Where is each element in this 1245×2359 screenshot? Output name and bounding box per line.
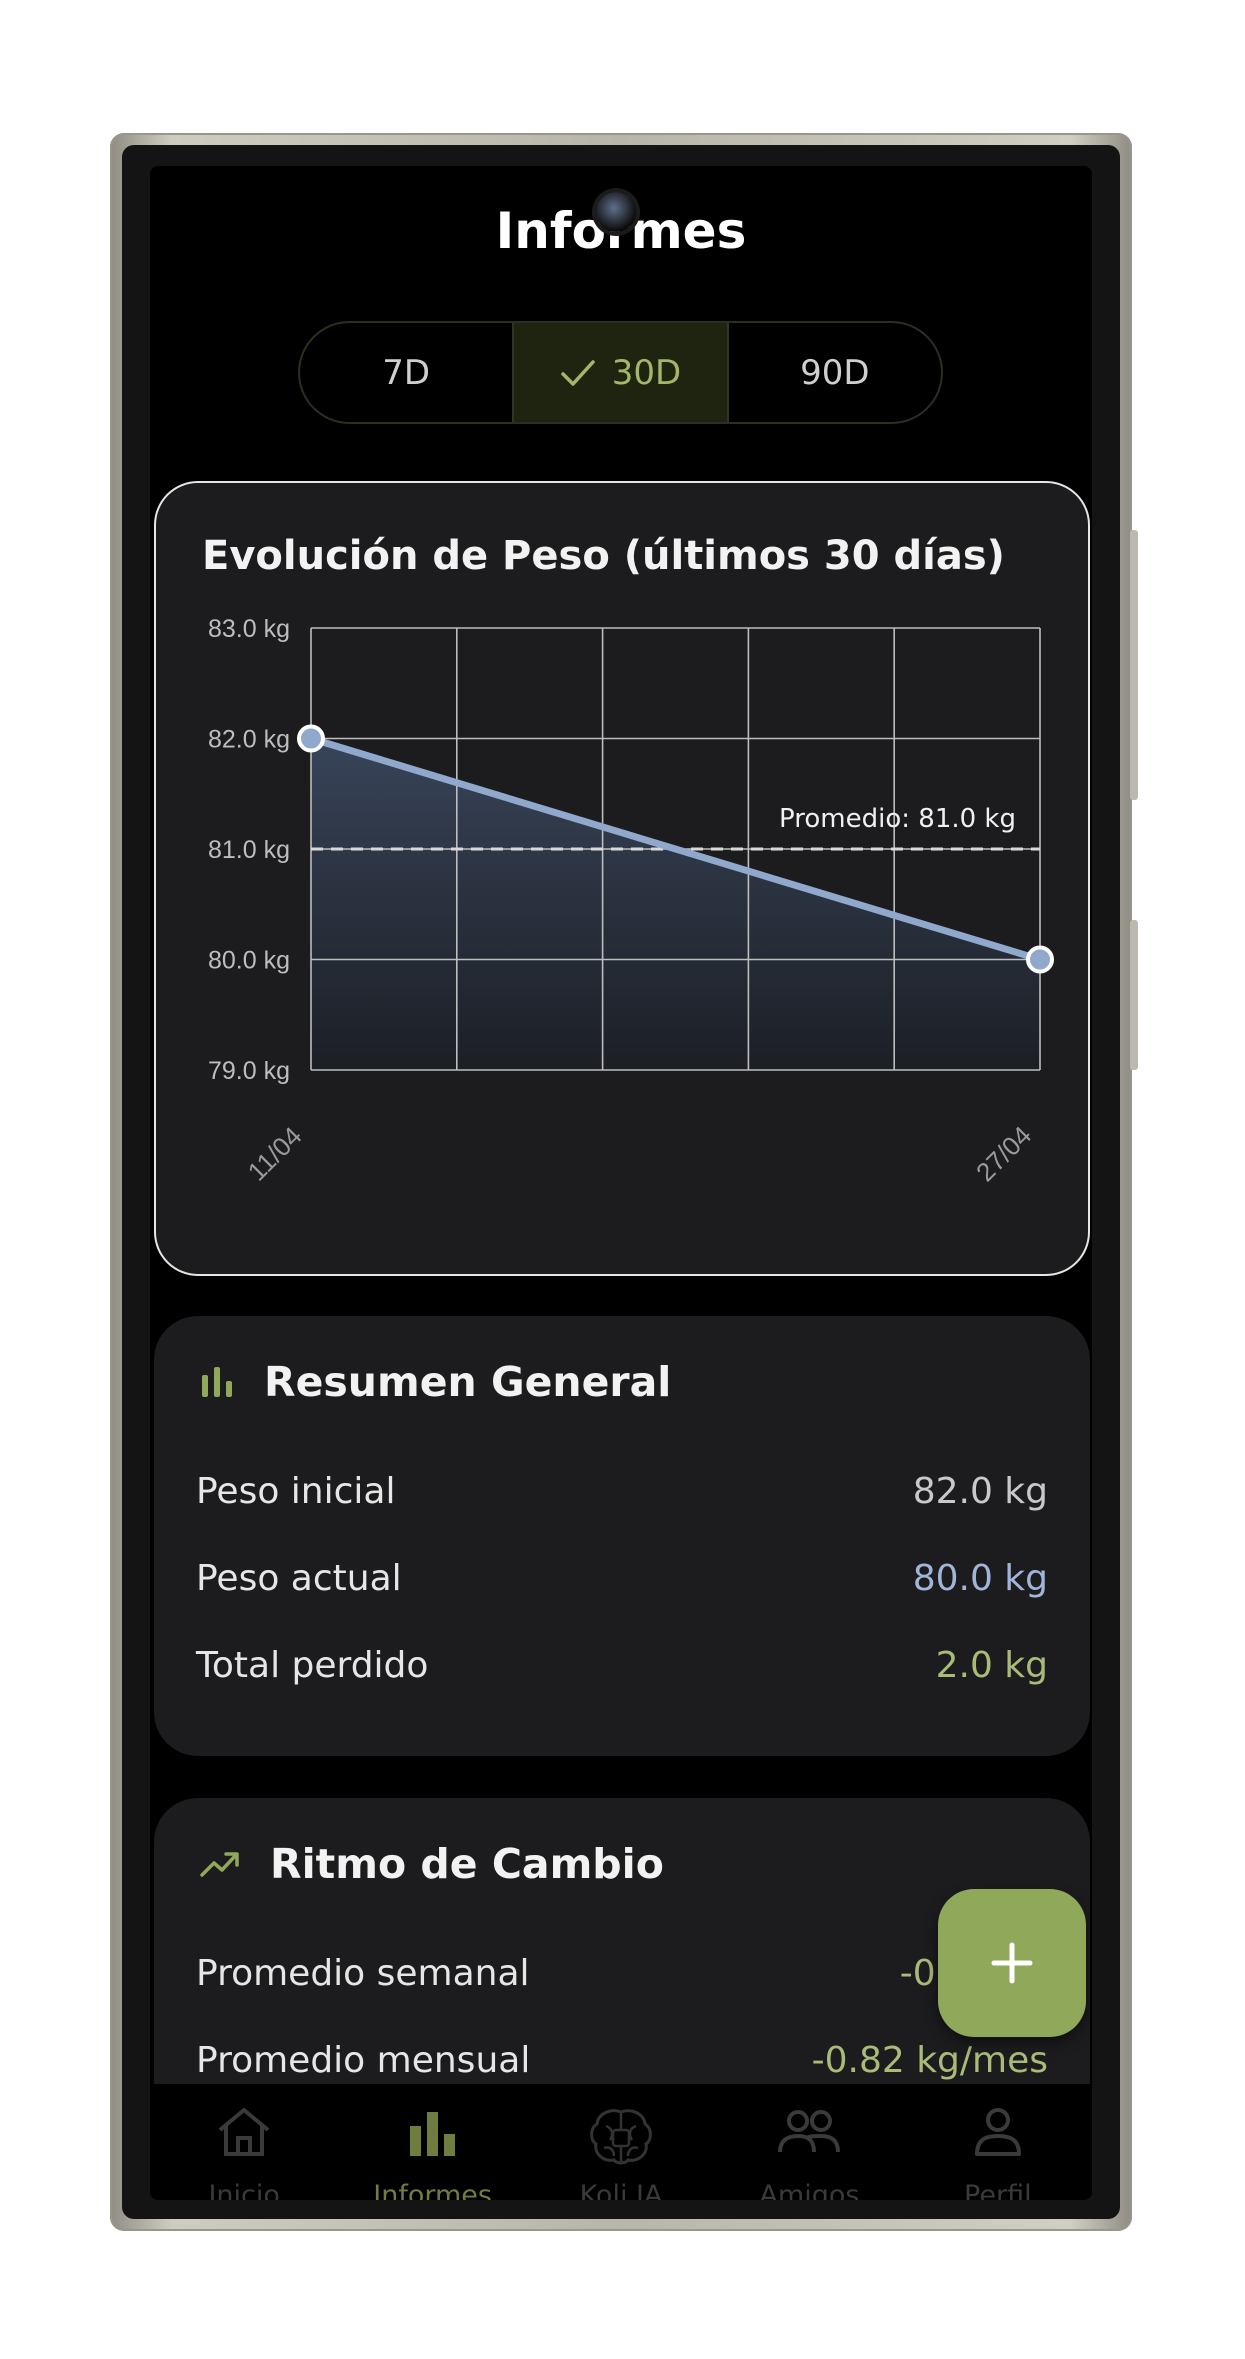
row-value: 82.0 kg (912, 1471, 1048, 1512)
period-option-label: 30D (611, 352, 682, 393)
y-tick-label: 80.0 kg (208, 947, 290, 975)
nav-item-perfil[interactable]: Perfil (904, 2084, 1092, 2200)
summary-card: Resumen General Peso inicial 82.0 kg Pes… (154, 1316, 1090, 1756)
rate-title: Ritmo de Cambio (270, 1840, 664, 1888)
volume-button (1130, 530, 1138, 800)
average-label: Promedio: 81.0 kg (779, 804, 1016, 834)
row-label: Peso inicial (196, 1471, 396, 1512)
nav-label: Perfil (964, 2180, 1032, 2200)
row-value: 2.0 kg (935, 1645, 1048, 1686)
x-tick-label: 27/04 (970, 1120, 1037, 1187)
x-tick-label: 11/04 (242, 1121, 308, 1187)
y-tick-label: 79.0 kg (208, 1057, 290, 1085)
summary-row-initial: Peso inicial 82.0 kg (196, 1471, 1048, 1512)
summary-header: Resumen General (200, 1358, 671, 1406)
bar-chart-icon (202, 1367, 232, 1397)
data-point (297, 724, 325, 753)
summary-title: Resumen General (264, 1358, 672, 1406)
nav-label: Amigos (759, 2180, 860, 2200)
y-tick-label: 81.0 kg (208, 836, 290, 864)
add-entry-button[interactable] (938, 1889, 1086, 2037)
front-camera (596, 192, 636, 232)
period-option-30d[interactable]: 30D (512, 323, 729, 422)
nav-item-inicio[interactable]: Inicio (150, 2084, 338, 2200)
nav-label: Informes (373, 2180, 492, 2200)
y-tick-label: 82.0 kg (208, 726, 290, 754)
data-point (1026, 945, 1054, 974)
rate-header: Ritmo de Cambio (200, 1840, 664, 1888)
bottom-nav: Inicio Informes Koli IA Amigos Perfil (150, 2084, 1092, 2200)
area-fill (311, 738, 1040, 1070)
row-label: Promedio mensual (196, 2040, 531, 2081)
period-option-90d[interactable]: 90D (729, 323, 941, 422)
nav-item-koli-ia[interactable]: Koli IA (527, 2084, 715, 2200)
row-value: -0.82 kg/mes (811, 2040, 1048, 2081)
row-value: 80.0 kg (912, 1558, 1048, 1599)
profile-icon (974, 2108, 1021, 2156)
check-icon (561, 359, 595, 386)
nav-item-informes[interactable]: Informes (338, 2084, 526, 2200)
friends-icon (778, 2110, 841, 2153)
power-button (1130, 920, 1138, 1070)
bar-chart-icon (409, 2112, 455, 2156)
weight-chart-card: Evolución de Peso (últimos 30 días) 83.0… (154, 481, 1090, 1276)
nav-item-amigos[interactable]: Amigos (715, 2084, 903, 2200)
plus-icon (991, 1942, 1033, 1984)
period-option-label: 90D (800, 352, 870, 393)
rate-row-weekly: Promedio semanal -0.19 kg (196, 1953, 1048, 1994)
row-label: Total perdido (196, 1645, 429, 1686)
y-tick-label: 83.0 kg (208, 615, 290, 643)
app-screen: Informes 7D 30D 90D Evolución de Peso (ú… (150, 166, 1092, 2200)
trending-up-icon (200, 1852, 239, 1877)
nav-label: Inicio (208, 2180, 280, 2200)
nav-label: Koli IA (579, 2180, 663, 2200)
summary-row-current: Peso actual 80.0 kg (196, 1558, 1048, 1599)
rate-row-monthly: Promedio mensual -0.82 kg/mes (196, 2040, 1048, 2081)
period-selector: 7D 30D 90D (298, 321, 943, 424)
period-option-label: 7D (382, 352, 431, 393)
row-label: Peso actual (196, 1558, 402, 1599)
row-label: Promedio semanal (196, 1953, 530, 1994)
brain-icon (590, 2109, 652, 2165)
weight-chart: 83.0 kg 82.0 kg 81.0 kg 80.0 kg 79.0 kg Prome… (208, 615, 1054, 1187)
period-option-7d[interactable]: 7D (300, 323, 512, 422)
home-icon (218, 2108, 270, 2156)
summary-row-lost: Total perdido 2.0 kg (196, 1645, 1048, 1686)
